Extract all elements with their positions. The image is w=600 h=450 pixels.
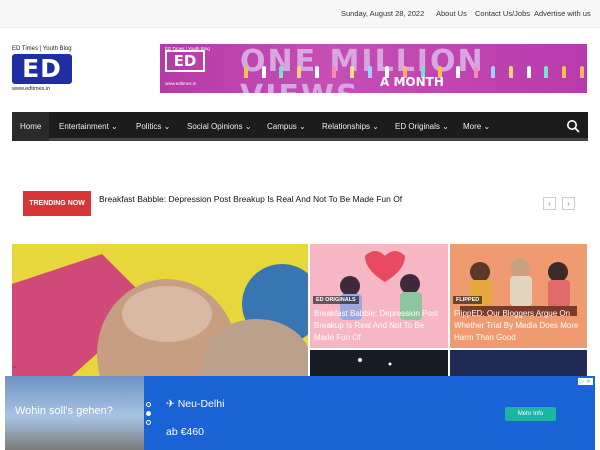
chevron-down-icon: ⌄	[299, 122, 306, 131]
nav-item-label: Entertainment	[59, 122, 109, 131]
story-tile-flipped[interactable]: FLIPPED FlippED: Our Bloggers Argue On W…	[450, 244, 587, 348]
advertise-link[interactable]: Advertise with us	[534, 9, 591, 18]
nav-item-label: Campus	[267, 122, 297, 131]
trending-now-label: TRENDING NOW	[23, 191, 91, 216]
adchoices-icon[interactable]: ▷ ✕	[577, 378, 593, 385]
contact-us-link[interactable]: Contact Us/Jobs	[475, 9, 530, 18]
main-nav: Home Entertainment ⌄ Politics ⌄ Social O…	[12, 112, 588, 141]
featured-story-large[interactable]	[12, 244, 308, 376]
tile-title: Breakfast Babble: Depression Post Breaku…	[314, 309, 439, 342]
nav-item-more[interactable]: More ⌄	[463, 112, 490, 141]
ad-carousel-dots[interactable]	[146, 402, 152, 425]
chevron-down-icon: ⌄	[442, 122, 449, 131]
nav-item-politics[interactable]: Politics ⌄	[136, 112, 170, 141]
featured-image	[12, 244, 308, 376]
story-tile-ed-originals[interactable]: ED ORIGINALS Breakfast Babble: Depressio…	[310, 244, 448, 348]
logo-mark: ED	[12, 54, 72, 84]
ad-question: Wohin soll's gehen?	[15, 405, 113, 417]
chevron-down-icon: ⌄	[111, 122, 118, 131]
site-logo[interactable]: ED Times | Youth Blog ED www.edtimes.in	[12, 46, 76, 96]
chevron-down-icon: ⌄	[372, 122, 379, 131]
ad-destination: ✈ Neu-Delhi	[166, 398, 225, 410]
story-tile-partial[interactable]	[310, 350, 448, 376]
more-info-button[interactable]: Mehr Info	[505, 407, 556, 421]
nav-item-home[interactable]: Home	[12, 112, 50, 141]
ad-price: ab €460	[166, 426, 204, 438]
nav-item-label: Relationships	[322, 122, 371, 131]
search-icon[interactable]	[566, 119, 580, 133]
promo-banner[interactable]: ED Times | Youth Blog ED www.edtimes.in …	[160, 44, 587, 93]
nav-item-social-opinions[interactable]: Social Opinions ⌄	[187, 112, 252, 141]
logo-url: www.edtimes.in	[12, 86, 51, 92]
tile-category-badge: FLIPPED	[453, 296, 483, 304]
advertisement-banner[interactable]: Wohin soll's gehen? ✈ Neu-Delhi ab €460 …	[5, 376, 595, 450]
banner-logo-mark: ED	[165, 50, 205, 72]
nav-item-ed-originals[interactable]: ED Originals ⌄	[395, 112, 449, 141]
logo-tagline: ED Times | Youth Blog	[12, 46, 72, 52]
chevron-down-icon[interactable]: ⌄	[11, 361, 18, 370]
nav-item-label: More	[463, 122, 482, 131]
nav-item-campus[interactable]: Campus ⌄	[267, 112, 306, 141]
banner-url: www.edtimes.in	[165, 81, 197, 86]
nav-item-label: Social Opinions	[187, 122, 243, 131]
about-us-link[interactable]: About Us	[436, 9, 467, 18]
chevron-down-icon: ⌄	[483, 122, 491, 131]
night-image	[310, 350, 448, 376]
trending-next-button[interactable]: ›	[562, 197, 575, 210]
top-bar: Sunday, August 28, 2022 About Us Contact…	[0, 0, 600, 28]
current-date: Sunday, August 28, 2022	[341, 9, 425, 18]
story-tile-partial[interactable]	[450, 350, 587, 376]
chevron-down-icon: ⌄	[163, 122, 171, 131]
airplane-photo: Wohin soll's gehen?	[5, 376, 144, 450]
tile-category-badge: ED ORIGINALS	[313, 296, 359, 304]
tile-title: FlippED: Our Bloggers Argue On Whether T…	[454, 309, 579, 342]
nav-item-entertainment[interactable]: Entertainment ⌄	[59, 112, 118, 141]
nav-item-label: ED Originals	[395, 122, 440, 131]
trending-headline-link[interactable]: Breakfast Babble: Depression Post Breaku…	[99, 194, 402, 204]
banner-subline: A MONTH	[380, 75, 444, 89]
nav-item-relationships[interactable]: Relationships ⌄	[322, 112, 379, 141]
chevron-down-icon: ⌄	[244, 122, 252, 131]
nav-item-label: Politics	[136, 122, 162, 131]
trending-prev-button[interactable]: ‹	[543, 197, 556, 210]
